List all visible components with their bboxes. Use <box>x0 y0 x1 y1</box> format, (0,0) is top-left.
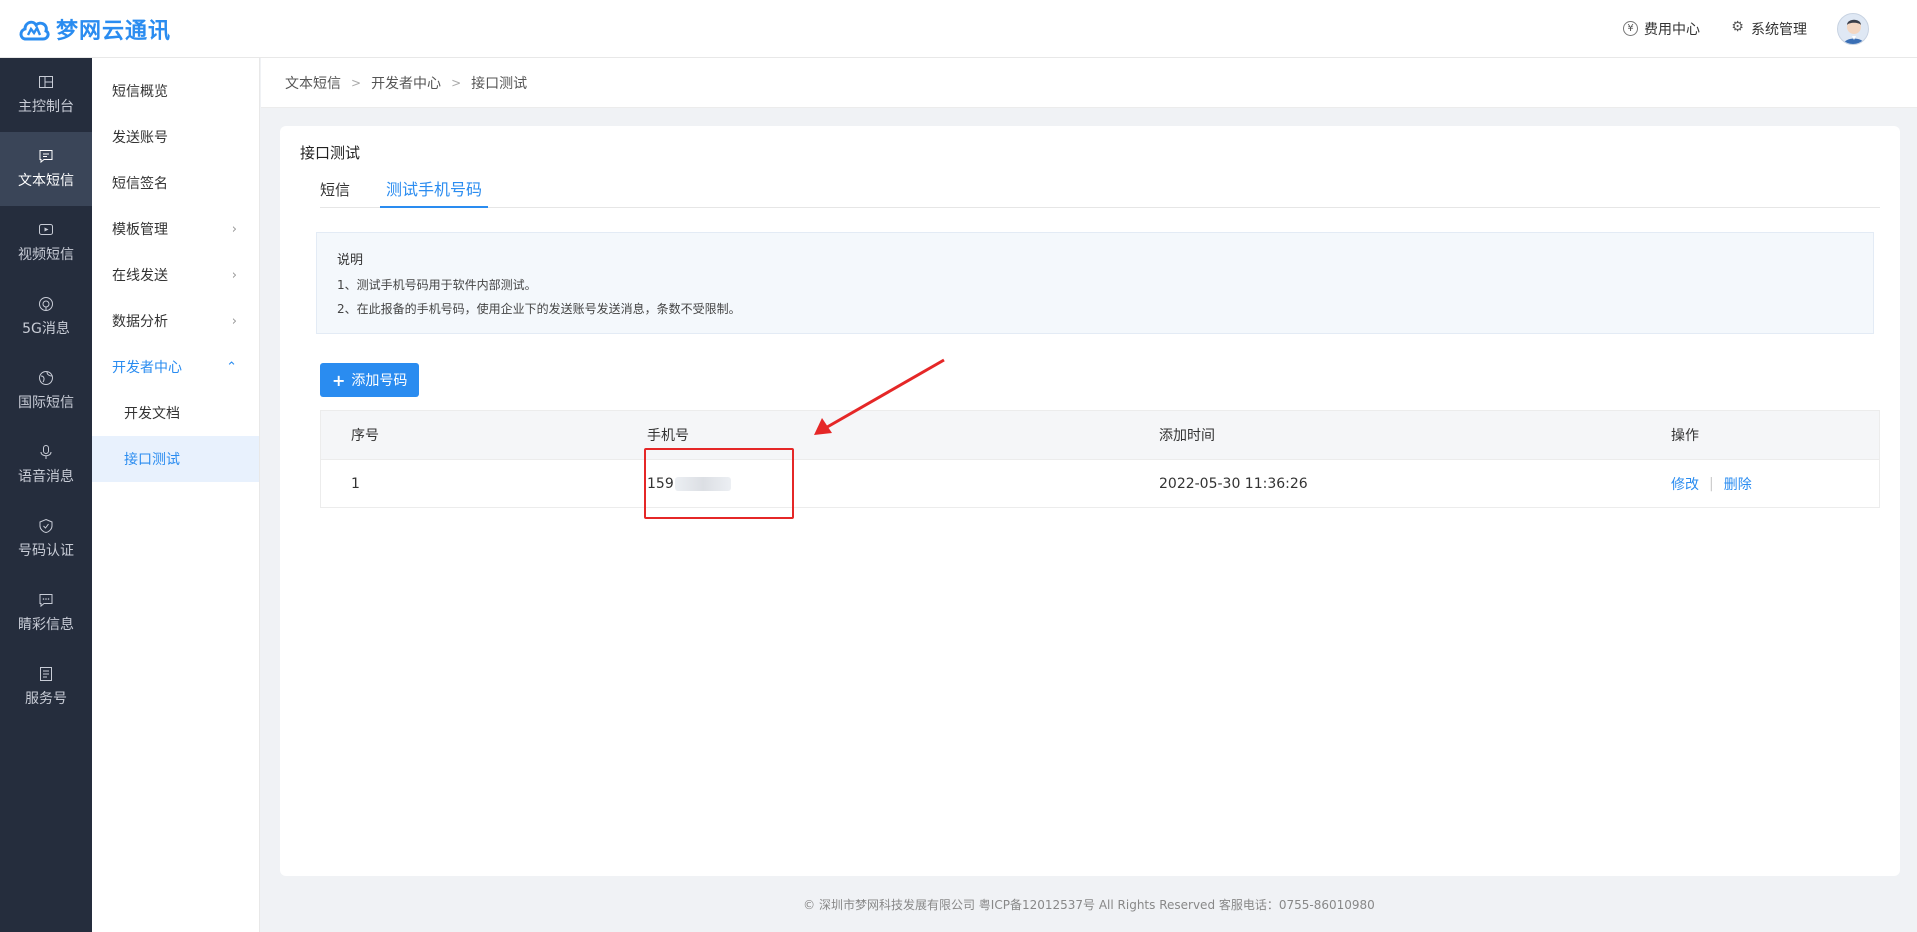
notice-line: 1、测试手机号码用于软件内部测试。 <box>337 278 537 292</box>
main-nav-video-sms[interactable]: 视频短信 <box>0 206 92 280</box>
sub-nav-label: 在线发送 <box>112 268 168 284</box>
sub-nav-api-test[interactable]: 接口测试 <box>92 436 259 482</box>
sub-nav-label: 数据分析 <box>112 314 168 330</box>
cell-added-time: 2022-05-30 11:36:26 <box>1159 475 1308 492</box>
notice-title: 说明 <box>337 253 364 268</box>
sub-nav-label: 短信概览 <box>112 84 168 100</box>
page-title: 接口测试 <box>300 144 361 162</box>
annotation-arrow-icon <box>814 358 945 435</box>
main-nav-label: 国际短信 <box>18 395 74 411</box>
sub-nav-label: 发送账号 <box>112 130 168 146</box>
sub-nav-send-account[interactable]: 发送账号 <box>92 114 259 160</box>
fees-center-link[interactable]: ¥ 费用中心 <box>1623 19 1700 39</box>
tab-test-phone-numbers[interactable]: 测试手机号码 <box>380 170 489 208</box>
logo[interactable]: 梦网云通讯 <box>18 13 171 45</box>
tab-bar: 短信 测试手机号码 <box>320 170 1880 208</box>
message-icon <box>39 150 53 164</box>
main-nav-label: 5G消息 <box>22 321 70 337</box>
notice-box: 说明 1、测试手机号码用于软件内部测试。 2、在此报备的手机号码，使用企业下的发… <box>316 232 1874 334</box>
cell-index: 1 <box>351 475 360 492</box>
chevron-right-icon: › <box>231 313 237 329</box>
column-header-added-time: 添加时间 <box>1159 428 1215 444</box>
dashboard-icon <box>39 76 53 88</box>
cell-actions: 修改 | 删除 <box>1671 474 1879 494</box>
sub-nav-label: 短信签名 <box>112 176 168 192</box>
shield-icon <box>39 518 53 534</box>
yen-icon: ¥ <box>1623 21 1638 36</box>
fees-center-label: 费用中心 <box>1644 21 1700 38</box>
main-nav-label: 主控制台 <box>18 99 74 115</box>
globe-icon <box>39 371 53 385</box>
sub-nav-developer-center[interactable]: 开发者中心 ⌃ <box>92 344 259 390</box>
sub-nav-sms-signature[interactable]: 短信签名 <box>92 160 259 206</box>
main-nav-intl-sms[interactable]: 国际短信 <box>0 354 92 428</box>
main-nav-dashboard[interactable]: 主控制台 <box>0 58 92 132</box>
main-nav-voice[interactable]: 语音消息 <box>0 428 92 502</box>
avatar[interactable] <box>1837 12 1869 45</box>
main-nav-label: 视频短信 <box>18 247 74 263</box>
main-nav-rich-info[interactable]: 睛彩信息 <box>0 576 92 650</box>
table-row: 1 159 2022-05-30 11:36:26 修改 | 删除 <box>321 459 1879 507</box>
gear-icon: ⚙ <box>1731 19 1744 35</box>
main-nav-number-auth[interactable]: 号码认证 <box>0 502 92 576</box>
system-manage-label: 系统管理 <box>1751 21 1807 38</box>
breadcrumb-current: 接口测试 <box>471 75 528 92</box>
main-nav-label: 语音消息 <box>18 469 74 485</box>
main-nav-label: 睛彩信息 <box>18 617 74 633</box>
breadcrumb-separator-icon: > <box>451 75 462 90</box>
footer: © 深圳市梦网科技发展有限公司 粤ICP备12012537号 All Right… <box>803 898 1375 912</box>
sub-nav-online-send[interactable]: 在线发送 › <box>92 252 259 298</box>
microphone-icon <box>40 445 52 459</box>
breadcrumb-item[interactable]: 文本短信 <box>285 73 341 93</box>
system-manage-link[interactable]: ⚙ 系统管理 <box>1730 19 1807 39</box>
add-number-label: 添加号码 <box>351 373 408 389</box>
video-icon <box>39 224 53 235</box>
sub-nav-template-manage[interactable]: 模板管理 › <box>92 206 259 252</box>
main-nav-label: 服务号 <box>25 691 67 707</box>
chevron-up-icon: ⌃ <box>226 359 237 375</box>
table-header: 序号 手机号 添加时间 操作 <box>321 411 1879 459</box>
main-card: 接口测试 短信 测试手机号码 说明 1、测试手机号码用于软件内部测试。 2、在此… <box>280 126 1900 876</box>
sub-nav-label: 开发者中心 <box>112 360 182 376</box>
sub-nav-label: 开发文档 <box>124 406 180 422</box>
main-nav-5g[interactable]: 5G消息 <box>0 280 92 354</box>
sub-nav-label: 模板管理 <box>112 222 168 238</box>
chevron-right-icon: › <box>231 267 237 283</box>
chat-icon <box>39 594 53 608</box>
sub-nav-data-analysis[interactable]: 数据分析 › <box>92 298 259 344</box>
main-nav-label: 号码认证 <box>18 543 74 559</box>
tab-sms[interactable]: 短信 <box>320 170 350 208</box>
annotation-highlight-box <box>644 448 794 519</box>
sub-nav-label: 接口测试 <box>124 452 180 468</box>
chevron-right-icon: › <box>231 221 237 237</box>
document-icon <box>40 667 52 681</box>
phone-table: 序号 手机号 添加时间 操作 1 159 2022-05-30 11:36:26… <box>320 410 1880 508</box>
main-nav-label: 文本短信 <box>18 173 74 189</box>
sub-sidebar: 短信概览 发送账号 短信签名 模板管理 › 在线发送 › 数据分析 › 开发者中心 ⌃ … <box>92 58 260 932</box>
edit-link[interactable]: 修改 <box>1671 474 1699 494</box>
breadcrumb-separator-icon: > <box>351 75 362 90</box>
breadcrumb: 文本短信 > 开发者中心 > 接口测试 <box>261 58 1917 108</box>
column-header-actions: 操作 <box>1671 428 1699 444</box>
top-header: 梦网云通讯 ¥ 费用中心 ⚙ 系统管理 <box>0 0 1917 58</box>
column-header-index: 序号 <box>351 428 379 444</box>
main-sidebar: 主控制台 文本短信 视频短信 5G消息 国际短信 语音消息 号码认证 睛彩信息 … <box>0 58 92 932</box>
notice-line: 2、在此报备的手机号码，使用企业下的发送账号发送消息，条数不受限制。 <box>337 302 741 316</box>
header-actions: ¥ 费用中心 ⚙ 系统管理 <box>1623 12 1869 45</box>
user-avatar-icon <box>1843 19 1865 44</box>
sub-nav-sms-overview[interactable]: 短信概览 <box>92 68 259 114</box>
plus-icon: + <box>332 370 346 390</box>
5g-icon <box>39 297 53 311</box>
main-nav-service-account[interactable]: 服务号 <box>0 650 92 724</box>
main-nav-text-sms[interactable]: 文本短信 <box>0 132 92 206</box>
delete-link[interactable]: 删除 <box>1724 474 1752 494</box>
add-number-button[interactable]: + 添加号码 <box>320 363 420 397</box>
cloud-logo-icon <box>19 20 50 40</box>
action-divider: | <box>1709 475 1714 492</box>
logo-text: 梦网云通讯 <box>56 18 172 44</box>
sub-nav-dev-docs[interactable]: 开发文档 <box>92 390 259 436</box>
breadcrumb-item[interactable]: 开发者中心 <box>371 73 441 93</box>
